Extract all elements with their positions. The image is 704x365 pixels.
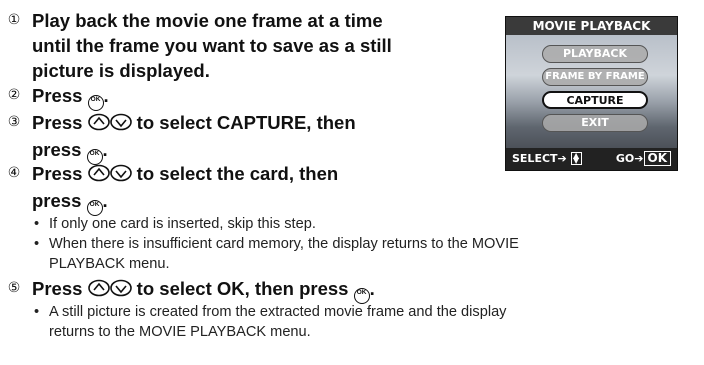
menu-item-exit[interactable]: EXIT bbox=[542, 114, 648, 132]
step-3-number: ③ bbox=[7, 114, 21, 130]
select-hint: SELECT➔ ▲ ▼ bbox=[512, 152, 582, 165]
step-1-number: ① bbox=[7, 12, 21, 28]
up-down-arrow-icon bbox=[87, 163, 132, 188]
step-4-text: Press to select the card, then press OK. bbox=[32, 161, 338, 216]
step-2-number: ② bbox=[7, 87, 21, 103]
step-5-number: ⑤ bbox=[7, 280, 21, 296]
menu-item-frame-by-frame[interactable]: FRAME BY FRAME bbox=[542, 68, 648, 86]
step-3-text: Press to select CAPTURE, then press OK. bbox=[32, 110, 356, 165]
up-down-arrow-icon bbox=[87, 112, 132, 137]
menu-item-playback[interactable]: PLAYBACK bbox=[542, 45, 648, 63]
ok-button-icon: OK bbox=[87, 95, 104, 111]
up-down-arrow-icon bbox=[87, 278, 132, 303]
step-5-text: Press to select OK, then press OK. bbox=[32, 276, 375, 304]
step-4-number: ④ bbox=[7, 165, 21, 181]
step-1-line-3: picture is displayed. bbox=[32, 60, 210, 81]
screen-menu-title: MOVIE PLAYBACK bbox=[506, 17, 677, 35]
step-2-text: Press OK. bbox=[32, 83, 109, 111]
ok-key-icon: OK bbox=[643, 151, 671, 166]
step-1-line-1: Play back the movie one frame at a time bbox=[32, 10, 383, 31]
movie-playback-screen: MOVIE PLAYBACK PLAYBACK FRAME BY FRAME C… bbox=[505, 16, 678, 171]
step-1-text: Play back the movie one frame at a time … bbox=[32, 8, 392, 83]
menu-item-capture[interactable]: CAPTURE bbox=[542, 91, 648, 109]
step-1-line-2: until the frame you want to save as a st… bbox=[32, 35, 392, 56]
go-hint: GO➔ OK bbox=[616, 151, 671, 166]
screen-bottom-bar: SELECT➔ ▲ ▼ GO➔ OK bbox=[506, 148, 677, 170]
updown-icon: ▲ ▼ bbox=[570, 152, 582, 165]
